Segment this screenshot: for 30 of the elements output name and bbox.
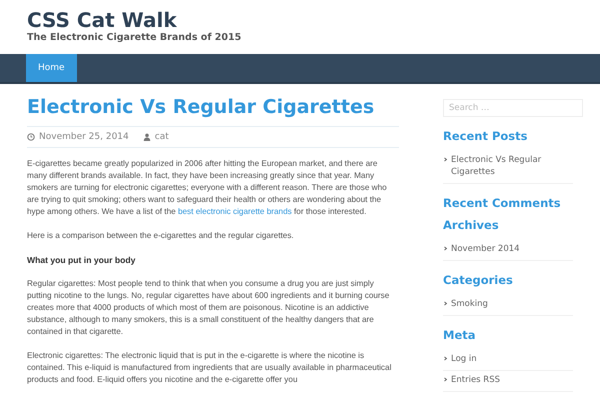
chevron-icon xyxy=(443,356,448,361)
sidebar-link[interactable]: Electronic Vs Regular Cigarettes xyxy=(451,154,573,178)
paragraph: Regular cigarettes: Most people tend to think that when you consume a drug you are just simply putting nicotine to the lungs. No, regular cigarettes have about 600 ingredients and it burning course creates more that 4000 products of which most of them are poisonous. Nicotine is an addictive substance, although to many smokers, this is a small constituent of the healthy dangers that are contained in that cigarette. xyxy=(27,278,390,338)
nav-link[interactable]: Home xyxy=(26,54,77,82)
chevron-icon xyxy=(443,157,448,162)
site-tagline: The Electronic Cigarette Brands of 2015 xyxy=(27,32,242,44)
post-title[interactable]: Electronic Vs Regular Cigarettes xyxy=(27,95,399,119)
widget-title: Meta xyxy=(443,328,477,342)
text-link[interactable]: best electronic cigarette brands xyxy=(178,207,292,216)
clock-icon xyxy=(27,133,35,141)
chevron-icon xyxy=(443,246,448,251)
sidebar-link[interactable]: November 2014 xyxy=(451,243,520,255)
sidebar-link[interactable]: Smoking xyxy=(451,298,488,310)
user-icon xyxy=(142,133,151,141)
widget-title: Recent Posts xyxy=(443,129,528,143)
section-heading: What you put in your body xyxy=(27,254,136,266)
sidebar-link[interactable]: Log in xyxy=(451,353,477,365)
paragraph: Here is a comparison between the e-cigarettes and the regular cigarettes. xyxy=(27,230,295,242)
paragraph: E-cigarettes became greatly popularized in 2006 after hitting the European market, and there are many different brands available. In fact, they have been increasing greatly since that year. Many smokers are turning for electronic cigarettes; everyone with a different reason. There are those who are trying to quit smoking; others want to safeguard their health or others are wondering about the hype among others. We have a list of the best electronic cigarette brands for those interested. xyxy=(27,158,388,218)
widget-title: Recent Comments xyxy=(443,196,562,210)
widget-title: Archives xyxy=(443,218,500,232)
site-title[interactable]: CSS Cat Walk xyxy=(27,8,573,32)
chevron-icon xyxy=(443,377,448,382)
search-field[interactable]: Search … xyxy=(443,99,583,117)
post-date[interactable]: November 25, 2014 xyxy=(39,132,129,142)
widget-title: Categories xyxy=(443,273,514,287)
chevron-icon xyxy=(443,301,448,306)
sidebar-link[interactable]: Entries RSS xyxy=(451,374,500,386)
post-author[interactable]: cat xyxy=(154,132,169,142)
paragraph: Electronic cigarettes: The electronic liquid that is put in the e-cigarette is where the nicotine is contained. This e-liquid is manufactured from ingredients that are usually available in pharmaceutical products and food. E-liquid offers you nicotine and the e-cigarette offer you xyxy=(27,350,392,386)
